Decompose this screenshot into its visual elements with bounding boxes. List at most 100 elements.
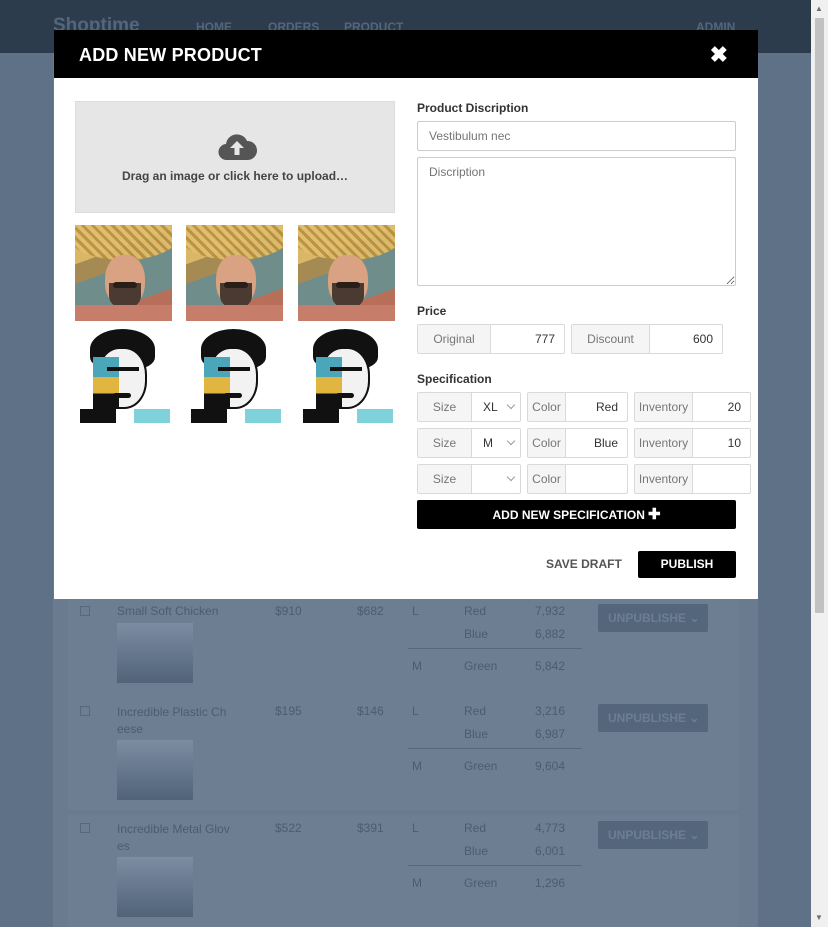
unpublish-button[interactable]: UNPUBLISHE ⌄: [598, 604, 708, 632]
inventory-value[interactable]: [693, 465, 750, 493]
inventory-field[interactable]: Inventory 10: [634, 428, 751, 458]
publish-button[interactable]: PUBLISH: [638, 551, 736, 578]
color-cell: Blue: [464, 844, 489, 858]
size-select[interactable]: Size: [417, 464, 521, 494]
qty-cell: 1,296: [535, 876, 566, 890]
unpublish-button[interactable]: UNPUBLISHE ⌄: [598, 821, 708, 849]
color-cell: Green: [464, 876, 498, 890]
size-select[interactable]: Size XL: [417, 392, 521, 422]
inventory-label: Inventory: [635, 429, 693, 457]
table-row: Incredible Plastic Ch eese $195 $146 L R…: [68, 698, 738, 810]
table-row: Small Soft Chicken $910 $682 L Red 7,932…: [68, 598, 738, 698]
color-value[interactable]: Red: [566, 393, 627, 421]
description-label: Product Discription: [417, 101, 529, 115]
product-image-thumb[interactable]: [298, 327, 395, 423]
product-sale-price: $682: [357, 604, 384, 618]
color-value[interactable]: Blue: [566, 429, 627, 457]
color-field[interactable]: Color Blue: [527, 428, 628, 458]
discount-label: Discount: [572, 325, 650, 353]
size-label: Size: [418, 429, 472, 457]
product-image-thumb[interactable]: [186, 225, 283, 321]
divider: [408, 748, 582, 749]
row-checkbox[interactable]: [80, 823, 90, 833]
qty-cell: 4,773: [535, 821, 566, 835]
save-draft-button[interactable]: SAVE DRAFT: [546, 557, 622, 571]
color-cell: Red: [464, 704, 487, 718]
product-name-input[interactable]: [417, 121, 736, 151]
discount-price-value[interactable]: 600: [650, 325, 722, 353]
add-product-modal: ADD NEW PRODUCT ✖ Drag an image or click…: [54, 30, 758, 599]
row-checkbox[interactable]: [80, 706, 90, 716]
color-label: Color: [528, 393, 566, 421]
chevron-down-icon: [506, 436, 516, 446]
vertical-scrollbar[interactable]: ▲ ▼: [811, 0, 828, 927]
qty-cell: 5,842: [535, 659, 566, 673]
qty-cell: 9,604: [535, 759, 566, 773]
color-cell: Red: [464, 604, 487, 618]
inventory-value[interactable]: 10: [693, 429, 750, 457]
product-image-thumb[interactable]: [186, 327, 283, 423]
color-cell: Green: [464, 759, 498, 773]
color-field[interactable]: Color Red: [527, 392, 628, 422]
color-field[interactable]: Color: [527, 464, 628, 494]
size-label: Size: [418, 393, 472, 421]
product-price: $195: [275, 704, 302, 718]
product-thumbnail: [117, 623, 193, 683]
size-value[interactable]: [472, 465, 520, 493]
scrollbar-thumb[interactable]: [815, 18, 824, 613]
qty-cell: 6,987: [535, 727, 566, 741]
size-cell: L: [412, 704, 419, 718]
inventory-label: Inventory: [635, 393, 693, 421]
size-cell: M: [412, 759, 422, 773]
size-value[interactable]: M: [472, 429, 520, 457]
close-icon[interactable]: ✖: [710, 42, 728, 68]
product-sale-price: $391: [357, 821, 384, 835]
discount-price-field[interactable]: Discount 600: [571, 324, 723, 354]
inventory-field[interactable]: Inventory 20: [634, 392, 751, 422]
product-price: $910: [275, 604, 302, 618]
product-image-thumb[interactable]: [75, 225, 172, 321]
size-select[interactable]: Size M: [417, 428, 521, 458]
specification-label: Specification: [417, 372, 492, 386]
color-cell: Blue: [464, 627, 489, 641]
cloud-upload-icon: [218, 134, 257, 161]
product-name: Small Soft Chicken: [117, 604, 219, 618]
unpublish-button[interactable]: UNPUBLISHE ⌄: [598, 704, 708, 732]
chevron-down-icon: [506, 400, 516, 410]
size-cell: L: [412, 821, 419, 835]
original-price-field[interactable]: Original 777: [417, 324, 565, 354]
size-value[interactable]: XL: [472, 393, 520, 421]
size-cell: L: [412, 604, 419, 618]
color-value[interactable]: [566, 465, 627, 493]
upload-hint: Drag an image or click here to upload…: [121, 169, 349, 183]
add-specification-button[interactable]: ADD NEW SPECIFICATION ✚: [417, 500, 736, 529]
divider: [408, 865, 582, 866]
original-price-value[interactable]: 777: [491, 325, 564, 353]
qty-cell: 6,882: [535, 627, 566, 641]
divider: [408, 648, 582, 649]
modal-title: ADD NEW PRODUCT: [79, 45, 262, 65]
modal-header: ADD NEW PRODUCT ✖: [54, 30, 758, 78]
color-cell: Red: [464, 821, 487, 835]
plus-icon: ✚: [647, 506, 661, 523]
product-name: Incredible Plastic Ch eese: [117, 705, 227, 736]
product-image-thumb[interactable]: [298, 225, 395, 321]
product-sale-price: $146: [357, 704, 384, 718]
inventory-label: Inventory: [635, 465, 693, 493]
product-image-thumb[interactable]: [75, 327, 172, 423]
price-label: Price: [417, 304, 447, 318]
size-cell: M: [412, 876, 422, 890]
inventory-value[interactable]: 20: [693, 393, 750, 421]
scroll-up-icon[interactable]: ▲: [815, 4, 823, 13]
scroll-down-icon[interactable]: ▼: [815, 913, 823, 922]
table-row: Incredible Metal Glov es $522 $391 L Red…: [68, 815, 738, 927]
color-cell: Green: [464, 659, 498, 673]
description-textarea[interactable]: [417, 157, 736, 286]
product-thumbnail: [117, 857, 193, 917]
row-checkbox[interactable]: [80, 606, 90, 616]
size-label: Size: [418, 465, 472, 493]
image-upload-dropzone[interactable]: Drag an image or click here to upload…: [75, 101, 395, 213]
qty-cell: 6,001: [535, 844, 566, 858]
inventory-field[interactable]: Inventory: [634, 464, 751, 494]
color-label: Color: [528, 465, 566, 493]
